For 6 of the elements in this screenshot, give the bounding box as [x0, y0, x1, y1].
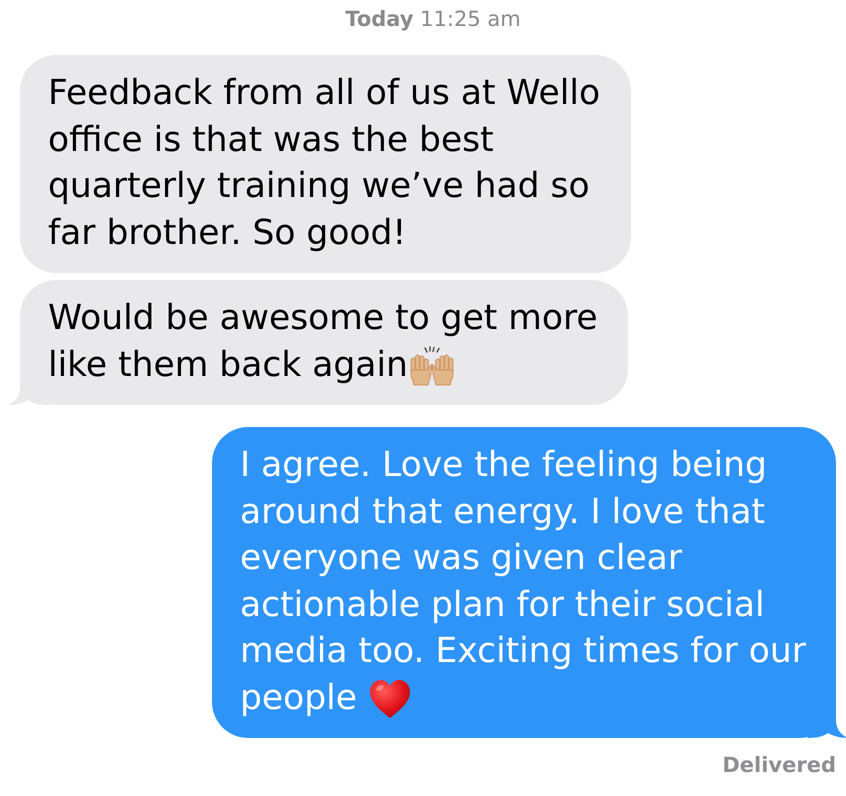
heart-icon: [368, 679, 411, 720]
message-timestamp: Today 11:25 am: [345, 6, 521, 32]
delivery-status: Delivered: [722, 752, 836, 778]
message-text: Feedback from all of us at Wello office is that was the best quarterly training we’ve had so far brother. So good!: [48, 73, 600, 252]
message-text: I agree. Love the feeling being around that energy. I love that everyone was given clear actionable plan for their social media too. Exciting times for our people: [240, 445, 806, 718]
raised-hands-icon: [408, 346, 456, 386]
